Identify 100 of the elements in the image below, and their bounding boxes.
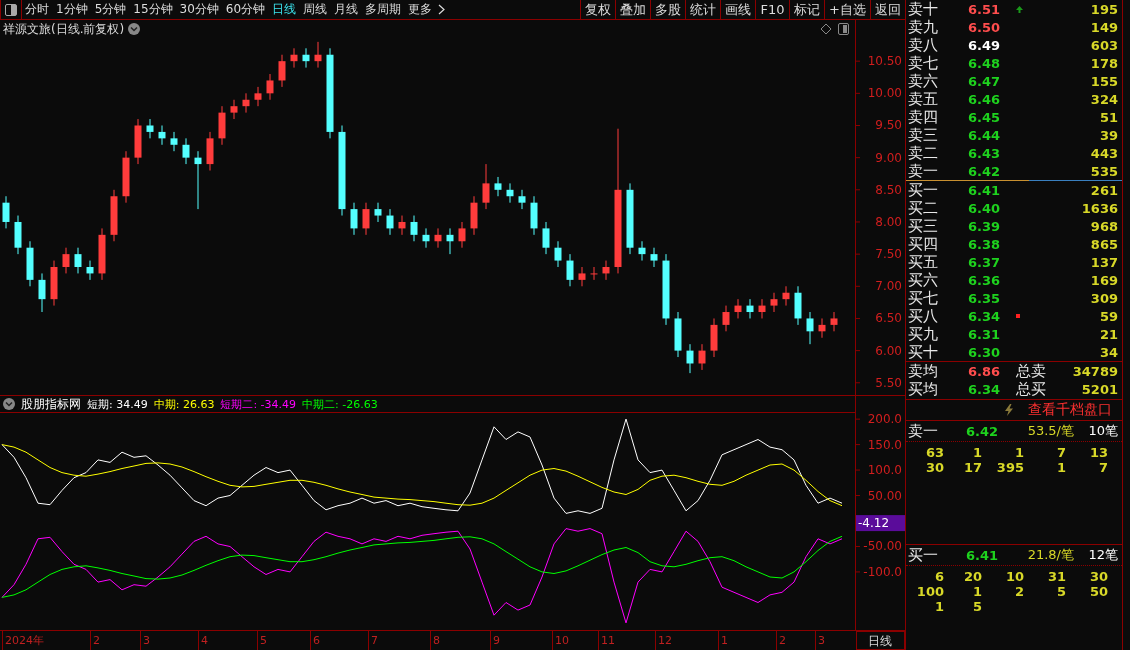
level-price: 6.42 (966, 423, 1000, 439)
toolbar-button[interactable]: 标记 (789, 0, 825, 19)
level-volume: 137 (1089, 254, 1118, 270)
level-price: 6.31 (968, 326, 1002, 342)
date-axis-label: 4 (201, 634, 208, 647)
toolbar-button[interactable]: 叠加 (615, 0, 651, 19)
date-axis-label: 3 (143, 634, 150, 647)
panel-toggle-icon[interactable] (0, 0, 22, 20)
level-volume: 169 (1089, 272, 1118, 288)
total-volume: 34789 (1071, 363, 1118, 379)
level-label: 买一 (908, 545, 939, 565)
order-size: 20 (962, 569, 982, 584)
level-label: 买四 (908, 234, 939, 254)
period-tab[interactable]: 更多 (405, 0, 436, 19)
candlestick (722, 305, 730, 332)
candlestick (38, 272, 46, 313)
level-price: 6.50 (968, 19, 1002, 35)
indicator-axis-label: 200.0 (867, 412, 902, 427)
depth-link[interactable]: 查看千档盘口 (1028, 401, 1112, 419)
candlestick (506, 182, 514, 204)
candlestick (110, 189, 118, 242)
period-tab[interactable]: 分时 (22, 0, 52, 19)
period-tab[interactable]: 5分钟 (91, 0, 130, 19)
candlestick (206, 131, 214, 171)
level-volume: 178 (1089, 55, 1118, 71)
price-axis-label: 8.00 (875, 214, 902, 229)
price-axis-label: 7.00 (875, 279, 902, 294)
level-label: 卖一 (908, 161, 939, 181)
chevron-down-icon[interactable] (128, 23, 140, 35)
order-size: 13 (1088, 445, 1108, 460)
price-axis-label: 5.50 (875, 375, 902, 390)
candlestick (218, 105, 226, 146)
level-price: 6.46 (968, 91, 1002, 107)
level-label: 卖五 (908, 89, 939, 109)
period-tab[interactable]: 月线 (331, 0, 362, 19)
level-label: 卖一 (908, 421, 939, 441)
date-axis-label: 8 (433, 634, 440, 647)
candlestick (410, 215, 418, 242)
chart-title: 祥源文旅(日线.前复权) (3, 22, 125, 36)
level-label: 买五 (908, 252, 939, 272)
candlestick (374, 202, 382, 223)
candlestick (86, 260, 94, 281)
level-price: 6.39 (968, 218, 1002, 234)
level-price: 6.30 (968, 344, 1002, 360)
period-tab[interactable]: 多周期 (362, 0, 405, 19)
indicator-axis-label: 100.0 (867, 463, 902, 478)
candlestick (26, 240, 34, 287)
candlestick (698, 343, 706, 371)
date-axis-label: 6 (313, 634, 320, 647)
toolbar-button[interactable]: 复权 (580, 0, 616, 19)
period-tab[interactable]: 60分钟 (222, 0, 269, 19)
order-size: 2 (1013, 584, 1024, 599)
candlestick (74, 247, 82, 274)
toolbar-button[interactable]: 画线 (720, 0, 756, 19)
candlestick (650, 247, 658, 268)
chevron-down-icon[interactable] (3, 398, 15, 410)
candlestick (98, 227, 106, 281)
chevron-right-icon[interactable] (438, 4, 446, 15)
level-price: 6.48 (968, 55, 1002, 71)
order-size: 63 (924, 445, 944, 460)
order-size: 1 (933, 599, 944, 614)
date-axis-label: 2024年 (5, 634, 44, 647)
date-axis-label: 5 (260, 634, 267, 647)
toolbar-button[interactable]: 统计 (685, 0, 721, 19)
period-label: 日线 (856, 631, 905, 650)
period-tab[interactable]: 日线 (269, 0, 300, 19)
period-tab[interactable]: 周线 (300, 0, 331, 19)
candlestick (494, 176, 502, 197)
toolbar-button[interactable]: 多股 (650, 0, 686, 19)
order-size: 5 (971, 599, 982, 614)
toolbar-button[interactable]: +自选 (824, 0, 870, 19)
toolbar-button[interactable]: 返回 (870, 0, 905, 19)
level-volume: 39 (1098, 127, 1118, 143)
candlestick (14, 215, 22, 255)
indicator-axis-label: -50.00 (863, 539, 902, 554)
period-tab[interactable]: 30分钟 (176, 0, 222, 19)
candlestick (746, 298, 754, 319)
price-axis-label: 7.50 (875, 247, 902, 262)
period-tab[interactable]: 15分钟 (130, 0, 176, 19)
level-volume: 261 (1089, 182, 1118, 198)
indicator-value: 中期: 26.63 (153, 396, 215, 412)
date-axis-label: 9 (493, 634, 500, 647)
period-tab[interactable]: 1分钟 (53, 0, 91, 19)
indicator-axis-label: 150.0 (867, 437, 902, 452)
order-size: 10 (1004, 569, 1024, 584)
panel-toggle-icon[interactable] (838, 23, 849, 35)
level-volume: 1636 (1080, 200, 1118, 216)
level-price: 6.40 (968, 200, 1002, 216)
order-size: 1 (1055, 460, 1066, 475)
candlestick (62, 247, 70, 274)
candlestick (458, 221, 466, 249)
summary-price: 6.86 (968, 363, 1002, 379)
level-volume: 195 (1089, 1, 1118, 17)
candlestick (182, 137, 190, 165)
level-label: 卖六 (908, 71, 939, 91)
toolbar-button[interactable]: F10 (755, 0, 790, 19)
diamond-icon[interactable] (820, 23, 832, 35)
level-label: 买十 (908, 342, 939, 362)
candlestick (350, 202, 358, 236)
candlestick (386, 208, 394, 236)
